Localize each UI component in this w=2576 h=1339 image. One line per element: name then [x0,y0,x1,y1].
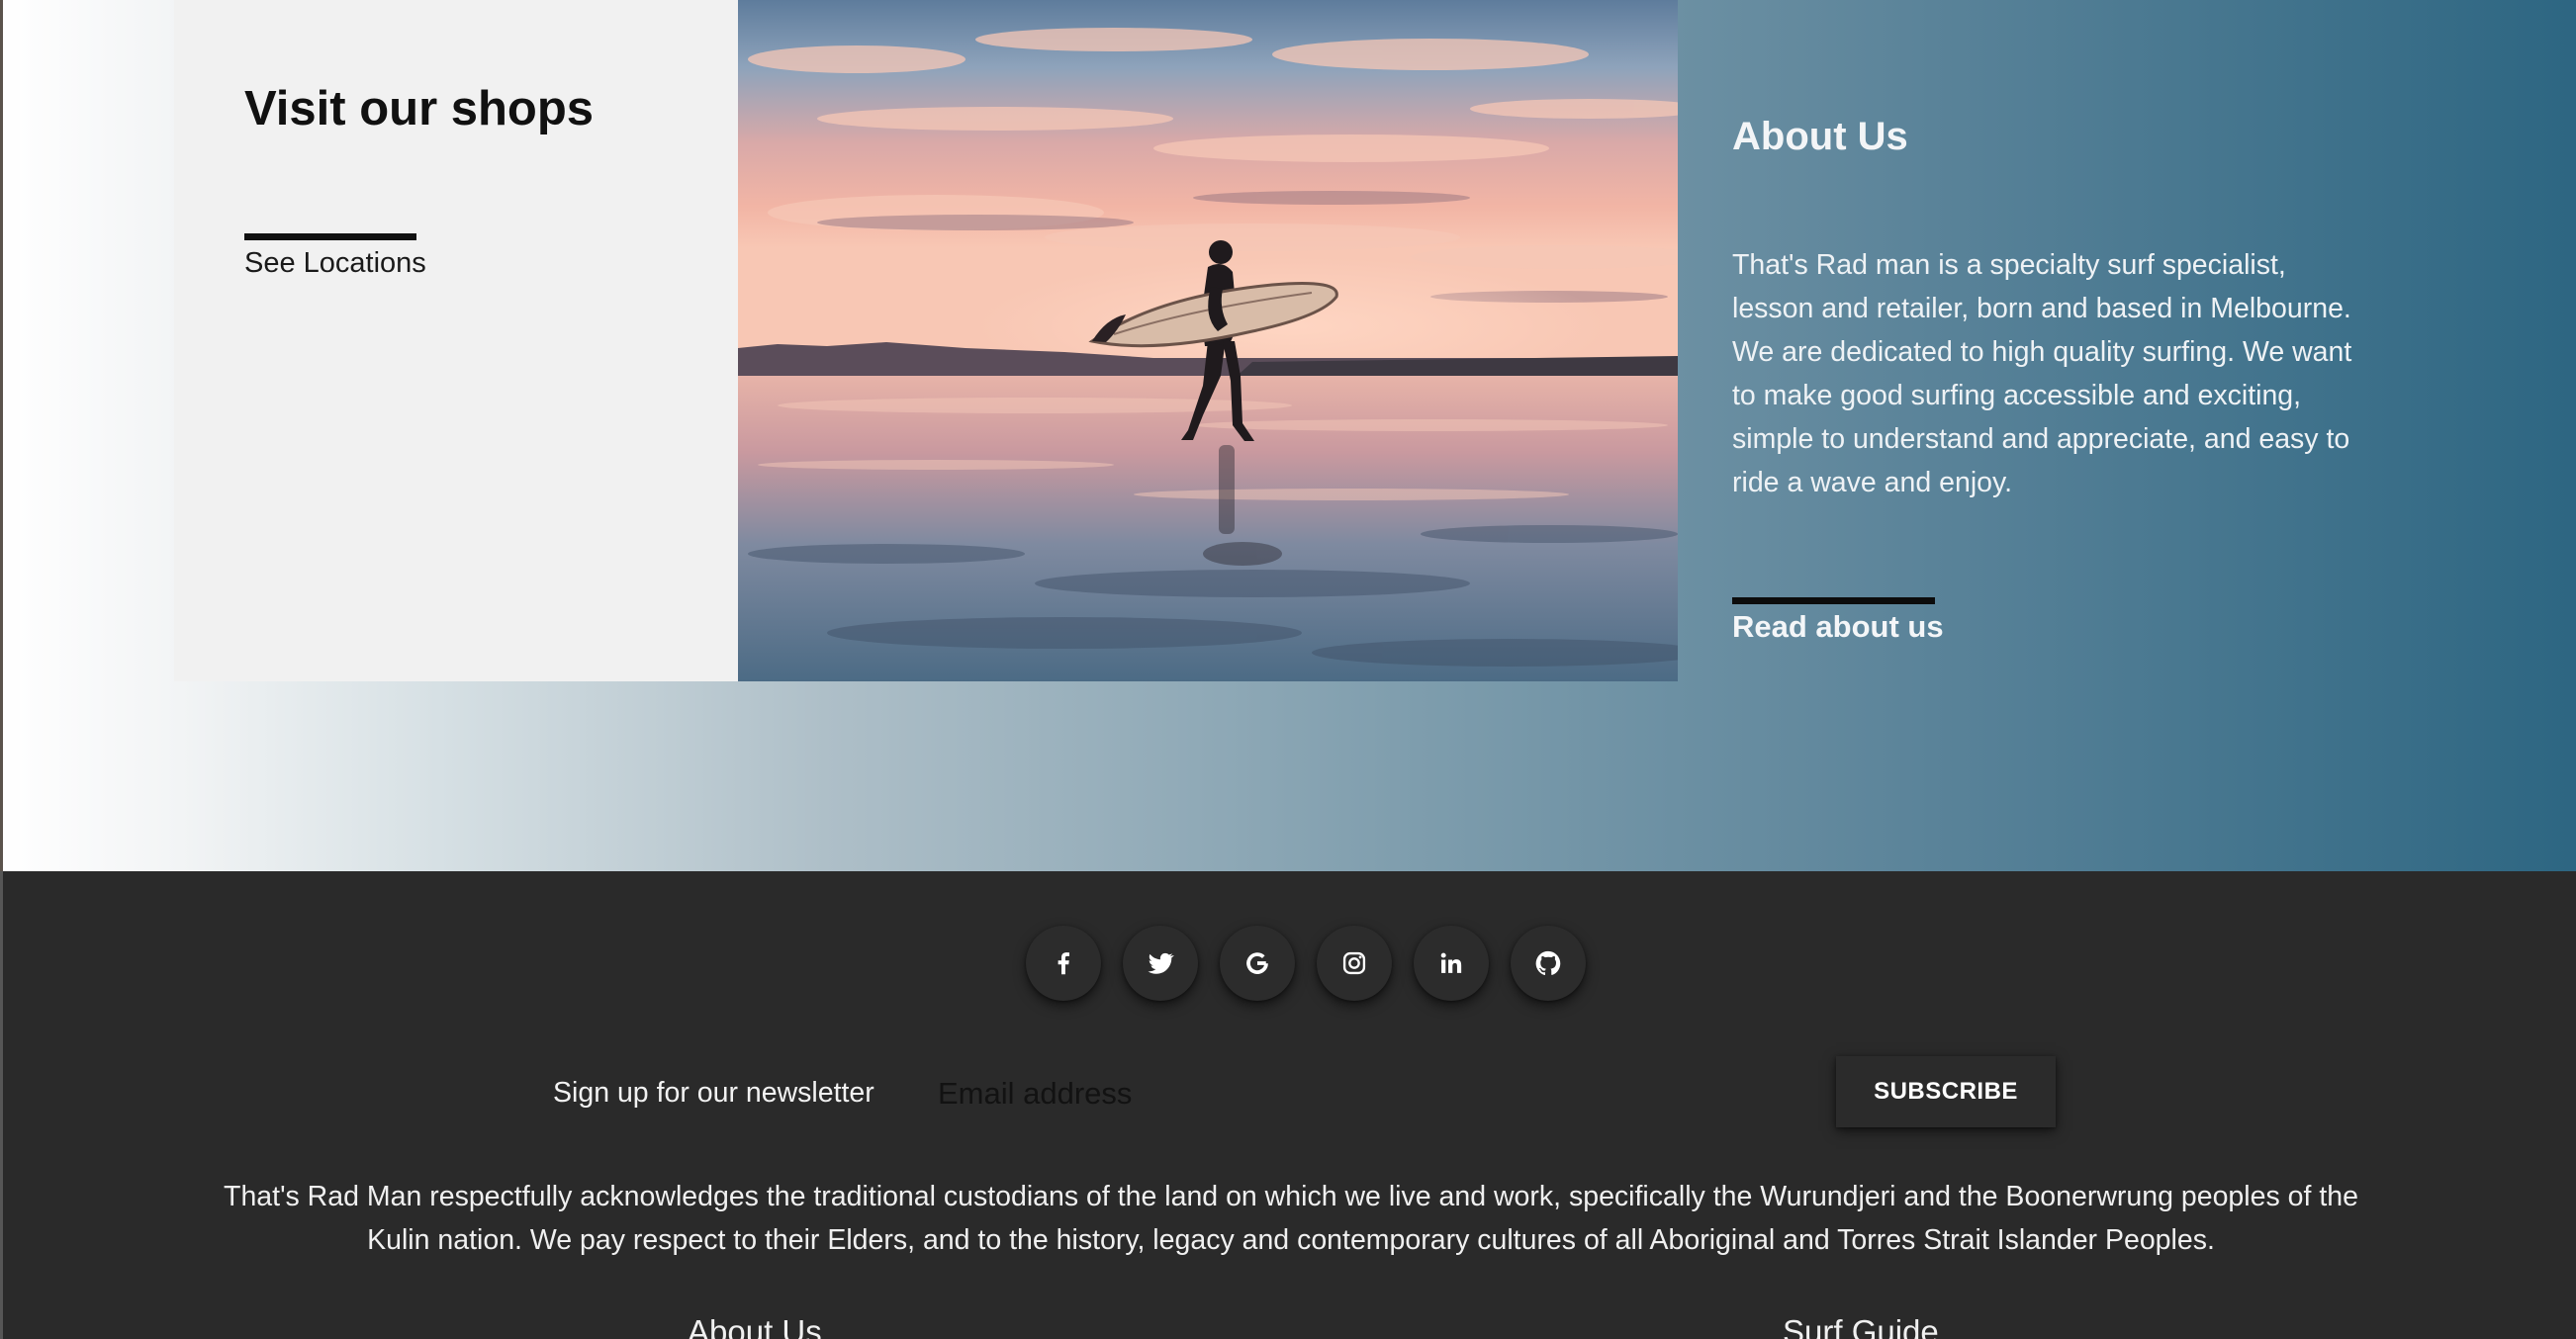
instagram-button[interactable] [1317,926,1392,1001]
github-button[interactable] [1511,926,1586,1001]
footer-column-about-us[interactable]: About Us [688,1313,822,1339]
visit-shops-title: Visit our shops [244,82,595,135]
about-description: That's Rad man is a specialty surf speci… [1732,249,2352,498]
facebook-button[interactable] [1026,926,1101,1001]
acknowledgement-text: That's Rad Man respectfully acknowledges… [224,1181,2358,1256]
read-link-underline-bar [1732,597,1935,604]
email-input[interactable] [938,1065,1789,1122]
page-edge-divider [0,0,3,871]
surfer-sunset-image [738,0,1678,681]
subscribe-button[interactable]: SUBSCRIBE [1836,1056,2056,1127]
instagram-icon [1342,951,1366,975]
google-button[interactable] [1220,926,1295,1001]
google-icon [1246,952,1268,974]
visit-shops-card: Visit our shops See Locations [174,0,738,681]
linkedin-icon [1440,952,1462,973]
link-underline-bar [244,233,416,240]
read-about-us-link[interactable]: Read about us [1732,609,1944,645]
twitter-icon [1148,952,1174,974]
newsletter-label: Sign up for our newsletter [553,1077,874,1109]
github-icon [1535,950,1561,976]
twitter-button[interactable] [1123,926,1198,1001]
linkedin-button[interactable] [1414,926,1489,1001]
footer-column-surf-guide[interactable]: Surf Guide [1783,1313,1939,1339]
hero-section: Visit our shops See Locations About Us T… [0,0,2576,871]
site-footer: Sign up for our newsletter SUBSCRIBE Tha… [0,871,2576,1339]
about-panel: About Us That's Rad man is a specialty s… [1732,0,2385,681]
social-links [1026,926,1586,1001]
about-title: About Us [1732,115,1908,158]
see-locations-link[interactable]: See Locations [244,247,426,280]
facebook-icon [1058,952,1069,975]
